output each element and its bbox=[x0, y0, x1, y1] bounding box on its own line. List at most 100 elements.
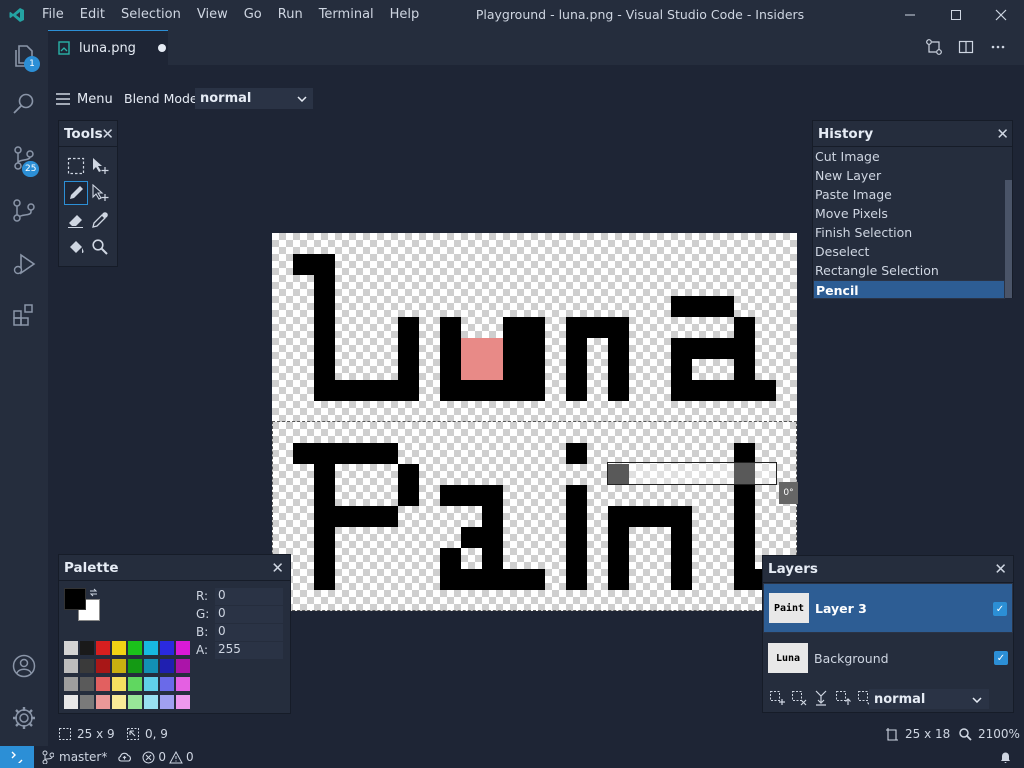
move-tool[interactable] bbox=[89, 155, 111, 177]
layer-visibility-checkbox[interactable]: ✓ bbox=[994, 651, 1008, 665]
fill-tool[interactable] bbox=[65, 236, 87, 258]
merge-layer-icon[interactable] bbox=[813, 690, 829, 706]
layers-title: Layers bbox=[768, 561, 818, 577]
tools-title: Tools bbox=[64, 125, 103, 142]
blend-mode-label: Blend Mode: bbox=[124, 91, 202, 106]
maximize-button[interactable] bbox=[933, 0, 979, 30]
notifications-button[interactable] bbox=[999, 750, 1012, 767]
source-control-button[interactable]: 25 bbox=[0, 134, 48, 182]
close-window-button[interactable] bbox=[978, 0, 1024, 30]
primary-color-swatch[interactable] bbox=[64, 588, 86, 610]
layer-thumbnail: Luna bbox=[768, 643, 808, 673]
blend-mode-select[interactable]: normal bbox=[195, 88, 313, 109]
problems-status[interactable]: 0 0 bbox=[142, 750, 194, 764]
layer-thumbnail: Paint bbox=[769, 593, 809, 623]
swatch-grid[interactable] bbox=[64, 641, 190, 711]
layer-row-layer-3[interactable]: Paint Layer 3 ✓ bbox=[763, 583, 1013, 633]
search-button[interactable] bbox=[0, 80, 48, 128]
transform-box[interactable] bbox=[607, 462, 777, 485]
selection-size-status: 25 x 9 bbox=[58, 727, 115, 741]
vscode-logo-icon bbox=[0, 0, 34, 30]
git-graph-button[interactable] bbox=[0, 187, 48, 235]
window-title: Playground - luna.png - Visual Studio Co… bbox=[475, 7, 805, 22]
run-debug-button[interactable] bbox=[0, 240, 48, 288]
cursor-position-value: 0, 9 bbox=[145, 727, 168, 741]
eyedropper-icon bbox=[92, 212, 108, 228]
history-list: Cut Image New Layer Paste Image Move Pix… bbox=[813, 147, 1005, 299]
remote-icon bbox=[11, 751, 23, 763]
close-tools-icon[interactable]: ✕ bbox=[101, 125, 114, 143]
layer-blend-select[interactable]: normal bbox=[869, 689, 989, 709]
layer-row-background[interactable]: Luna Background ✓ bbox=[763, 633, 1013, 683]
swap-colors-icon[interactable] bbox=[88, 587, 99, 598]
menu-help[interactable]: Help bbox=[382, 0, 428, 30]
history-item[interactable]: Deselect bbox=[813, 242, 1005, 261]
accounts-button[interactable] bbox=[0, 642, 48, 690]
chevron-down-icon bbox=[972, 697, 982, 703]
a-input[interactable]: 255 bbox=[215, 642, 283, 659]
account-icon bbox=[12, 654, 36, 678]
menu-terminal[interactable]: Terminal bbox=[311, 0, 382, 30]
menu-view[interactable]: View bbox=[189, 0, 236, 30]
transform-tool[interactable] bbox=[89, 182, 111, 204]
menu-go[interactable]: Go bbox=[236, 0, 270, 30]
menu-run[interactable]: Run bbox=[270, 0, 311, 30]
history-scrollbar[interactable] bbox=[1005, 180, 1012, 298]
open-changes-icon[interactable] bbox=[925, 38, 943, 60]
zoom-status[interactable]: 2100% bbox=[958, 727, 1020, 741]
close-palette-icon[interactable]: ✕ bbox=[271, 559, 284, 577]
menu-selection[interactable]: Selection bbox=[113, 0, 189, 30]
b-input[interactable]: 0 bbox=[215, 624, 283, 641]
remote-button[interactable] bbox=[0, 746, 34, 768]
palette-title: Palette bbox=[64, 559, 119, 576]
unsaved-dot-icon[interactable] bbox=[157, 44, 166, 52]
pencil-tool[interactable] bbox=[64, 181, 88, 205]
sync-button[interactable] bbox=[117, 751, 132, 763]
close-history-icon[interactable]: ✕ bbox=[996, 125, 1009, 143]
warning-count: 0 bbox=[185, 750, 194, 764]
selection-marquee[interactable] bbox=[272, 421, 797, 611]
minimize-button[interactable] bbox=[887, 0, 933, 30]
eraser-tool[interactable] bbox=[65, 209, 87, 231]
zoom-tool[interactable] bbox=[89, 236, 111, 258]
image-size-value: 25 x 18 bbox=[905, 727, 951, 741]
bell-icon bbox=[1001, 752, 1010, 763]
explorer-button[interactable]: 1 bbox=[0, 32, 48, 80]
close-layers-icon[interactable]: ✕ bbox=[994, 560, 1007, 578]
history-item[interactable]: Finish Selection bbox=[813, 223, 1005, 242]
layers-panel: Layers ✕ Paint Layer 3 ✓ Luna Background… bbox=[762, 555, 1014, 713]
a-label: A: bbox=[196, 643, 209, 657]
history-item[interactable]: Paste Image bbox=[813, 185, 1005, 204]
tab-luna-png[interactable]: luna.png bbox=[48, 30, 168, 65]
more-actions-icon[interactable] bbox=[990, 39, 1006, 59]
history-item[interactable]: New Layer bbox=[813, 166, 1005, 185]
move-layer-up-icon[interactable] bbox=[835, 690, 851, 706]
branch-status[interactable]: master* bbox=[42, 750, 107, 764]
palette-panel: Palette ✕ R: 0 G: 0 B: 0 A: 255 bbox=[58, 554, 291, 714]
zoom-value: 2100% bbox=[978, 727, 1020, 741]
history-item[interactable]: Move Pixels bbox=[813, 204, 1005, 223]
g-input[interactable]: 0 bbox=[215, 606, 283, 623]
add-layer-icon[interactable] bbox=[769, 690, 785, 706]
history-item[interactable]: Cut Image bbox=[813, 147, 1005, 166]
history-item[interactable]: Rectangle Selection bbox=[813, 261, 1005, 280]
layer-visibility-checkbox[interactable]: ✓ bbox=[993, 602, 1007, 616]
r-input[interactable]: 0 bbox=[215, 588, 283, 605]
layer-blend-value: normal bbox=[874, 691, 926, 707]
color-picker-tool[interactable] bbox=[89, 209, 111, 231]
history-item-selected[interactable]: Pencil bbox=[813, 280, 1005, 299]
image-canvas[interactable]: 0° bbox=[272, 233, 798, 611]
menu-file[interactable]: File bbox=[34, 0, 72, 30]
b-label: B: bbox=[196, 625, 209, 639]
rectangle-select-tool[interactable] bbox=[65, 155, 87, 177]
rotation-handle[interactable]: 0° bbox=[779, 482, 798, 504]
split-editor-icon[interactable] bbox=[958, 39, 974, 59]
menu-edit[interactable]: Edit bbox=[72, 0, 113, 30]
r-label: R: bbox=[196, 589, 209, 603]
g-label: G: bbox=[196, 607, 210, 621]
extensions-button[interactable] bbox=[0, 291, 48, 339]
delete-layer-icon[interactable] bbox=[791, 690, 807, 706]
menu-button[interactable]: Menu bbox=[56, 89, 113, 109]
manage-button[interactable] bbox=[0, 694, 48, 742]
pixel-block bbox=[503, 317, 545, 401]
